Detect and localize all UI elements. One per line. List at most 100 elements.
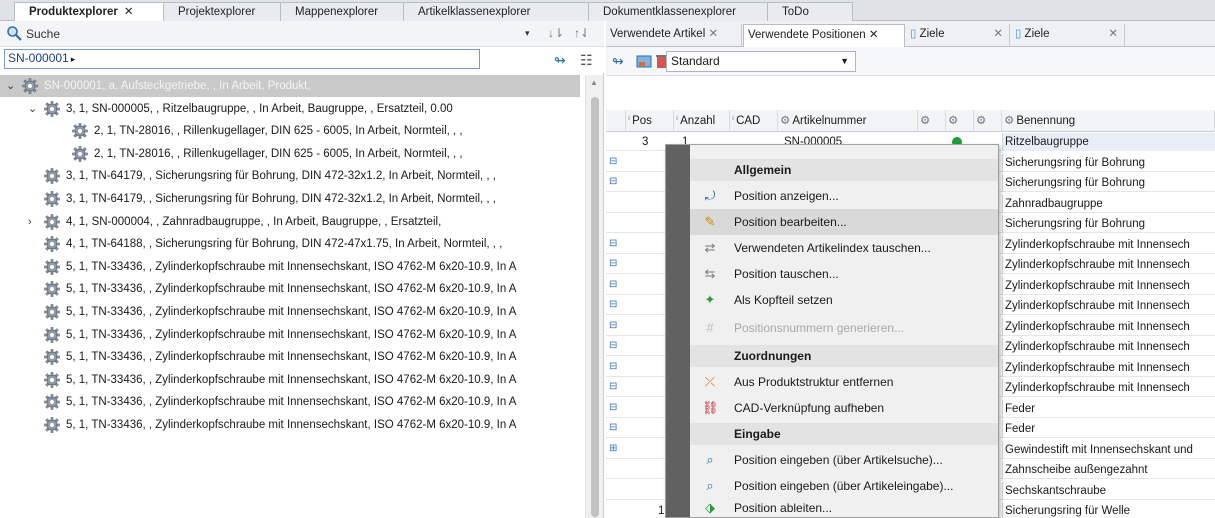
search-dropdown-icon[interactable]: ▾ xyxy=(525,28,530,39)
detail-tab-strip: Verwendete Artikel ✕ Verwendete Position… xyxy=(606,21,1215,48)
list-view-icon[interactable]: ☷ xyxy=(580,52,593,69)
menu-item-position-anzeigen[interactable]: ⤾ Position anzeigen... xyxy=(690,183,998,209)
swap-index-icon: ⇄ xyxy=(704,240,716,255)
collapse-row-icon[interactable]: ⊟ xyxy=(609,176,623,190)
tab-verwendete-positionen[interactable]: Verwendete Positionen ✕ xyxy=(743,24,905,48)
tree-node[interactable]: 2, 1, TN-28016, , Rillenkugellager, DIN … xyxy=(0,143,584,165)
search-icon[interactable] xyxy=(6,25,22,41)
column-anzahl[interactable]: ⁱ Anzahl xyxy=(674,110,730,132)
tree-node-label: 5, 1, TN-33436, , Zylinderkopfschraube m… xyxy=(66,373,517,386)
tree-node[interactable]: › 4, 1, SN-000004, , Zahnradbaugruppe, , … xyxy=(0,211,584,233)
sort-descending-icon[interactable]: ↑⇃ xyxy=(574,26,590,40)
tree-node[interactable]: 3, 1, TN-64179, , Sicherungsring für Boh… xyxy=(0,188,584,210)
section-label: Zuordnungen xyxy=(734,349,812,363)
close-icon[interactable]: ✕ xyxy=(124,6,134,18)
column-cad[interactable]: ⁱ CAD xyxy=(730,110,778,132)
tab-produktexplorer[interactable]: Produktexplorer ✕ xyxy=(14,2,164,22)
tree-node-label: 5, 1, TN-33436, , Zylinderkopfschraube m… xyxy=(66,419,517,431)
tree-scrollbar[interactable]: ▲ xyxy=(585,75,603,518)
tree-root-node[interactable]: ⌄ SN-000001, a, Aufsteckgetriebe, , In Ar… xyxy=(0,75,580,97)
column-marker[interactable] xyxy=(606,110,626,132)
column-header-label: CAD xyxy=(736,115,761,127)
close-icon[interactable]: ✕ xyxy=(993,24,1003,45)
collapse-row-icon[interactable]: ⊟ xyxy=(609,361,623,375)
derive-position-icon: ⬗ xyxy=(705,500,715,515)
column-icon-3[interactable]: ⚙ xyxy=(974,110,1002,132)
tab-label: Verwendete Artikel xyxy=(610,28,706,40)
tree-node-label: 5, 1, TN-33436, , Zylinderkopfschraube m… xyxy=(66,396,517,409)
scrollbar-thumb[interactable] xyxy=(591,97,599,517)
menu-item-position-bearbeiten[interactable]: ✎ Position bearbeiten... xyxy=(690,209,998,235)
tree-node[interactable]: 5, 1, TN-33436, , Zylinderkopfschraube m… xyxy=(0,414,584,436)
column-header-label: Anzahl xyxy=(680,115,716,127)
collapse-row-icon[interactable]: ⊟ xyxy=(609,402,623,416)
close-icon[interactable]: ✕ xyxy=(869,29,879,41)
collapse-row-icon[interactable]: ⊟ xyxy=(609,340,623,354)
tab-dokumentklassenexplorer[interactable]: Dokumentklassenexplorer xyxy=(588,2,768,21)
tree-node-label: 3, 1, SN-000005, , Ritzelbaugruppe, , In… xyxy=(66,102,453,115)
refresh-icon[interactable]: ↬ xyxy=(612,53,628,69)
tree-node[interactable]: 5, 1, TN-33436, , Zylinderkopfschraube m… xyxy=(0,369,584,391)
menu-item-eingeben-artikeleingabe[interactable]: ⌕ Position eingeben (über Artikeleingabe)… xyxy=(690,473,998,499)
collapse-row-icon[interactable]: ⊟ xyxy=(609,320,623,334)
refresh-icon[interactable]: ↬ xyxy=(554,52,566,69)
column-benennung[interactable]: ⚙ Benennung xyxy=(1002,110,1215,132)
scroll-up-icon[interactable]: ▲ xyxy=(590,78,598,87)
collapse-row-icon[interactable]: ⊟ xyxy=(609,238,623,252)
view-select[interactable]: Standard ▼ xyxy=(666,51,856,72)
menu-item-eingeben-artikelsuche[interactable]: ⌕ Position eingeben (über Artikelsuche)..… xyxy=(690,447,998,473)
menu-item-artikelindex-tauschen[interactable]: ⇄ Verwendeten Artikelindex tauschen... xyxy=(690,235,998,261)
tree-node[interactable]: 3, 1, TN-64179, , Sicherungsring für Boh… xyxy=(0,165,584,187)
tab-todo[interactable]: ToDo xyxy=(767,2,853,21)
tree-node[interactable]: 5, 1, TN-33436, , Zylinderkopfschraube m… xyxy=(0,278,584,300)
collapse-row-icon[interactable]: ⊟ xyxy=(609,422,623,436)
tree-node[interactable]: 5, 1, TN-33436, , Zylinderkopfschraube m… xyxy=(0,256,584,278)
tree-node[interactable]: 5, 1, TN-33436, , Zylinderkopfschraube m… xyxy=(0,301,584,323)
cell-benennung: Sicherungsring für Bohrung xyxy=(1002,174,1215,192)
sort-tag-icon: ⁱ xyxy=(676,115,679,127)
column-pos[interactable]: ⁱ Pos xyxy=(626,110,674,132)
collapse-row-icon[interactable]: ⊟ xyxy=(609,299,623,313)
menu-item-kopfteil-setzen[interactable]: ✦ Als Kopfteil setzen xyxy=(690,287,998,313)
tree-node[interactable]: 5, 1, TN-33436, , Zylinderkopfschraube m… xyxy=(0,346,584,368)
collapse-chevron-icon[interactable]: ⌄ xyxy=(28,98,40,120)
close-icon[interactable]: ✕ xyxy=(708,28,718,40)
tree-node[interactable]: 5, 1, TN-33436, , Zylinderkopfschraube m… xyxy=(0,324,584,346)
cell-benennung: Gewindestift mit Innensechskant und xyxy=(1002,440,1215,459)
gear-icon xyxy=(44,168,62,185)
menu-item-cad-verknuepfung-aufheben[interactable]: ⛓ CAD-Verknüpfung aufheben xyxy=(690,395,998,421)
menu-item-position-tauschen[interactable]: ⇆ Position tauschen... xyxy=(690,261,998,287)
tree-node[interactable]: 2, 1, TN-28016, , Rillenkugellager, DIN … xyxy=(0,120,584,142)
tab-label: Ziele xyxy=(1024,28,1050,40)
expand-chevron-icon[interactable]: › xyxy=(28,211,40,233)
tree-node[interactable]: 5, 1, TN-33436, , Zylinderkopfschraube m… xyxy=(0,391,584,413)
column-artikelnummer[interactable]: ⚙ Artikelnummer xyxy=(778,110,918,132)
tree-node-label: 2, 1, TN-28016, , Rillenkugellager, DIN … xyxy=(94,125,463,138)
tab-projektexplorer[interactable]: Projektexplorer xyxy=(163,2,281,21)
expand-row-icon[interactable]: ⊞ xyxy=(609,443,623,457)
collapse-row-icon[interactable]: ⊟ xyxy=(609,381,623,395)
image-export-icon[interactable] xyxy=(636,53,652,69)
collapse-row-icon[interactable]: ⊟ xyxy=(609,279,623,293)
collapse-row-icon[interactable]: ⊟ xyxy=(609,258,623,272)
tree-node[interactable]: ⌄ 3, 1, SN-000005, , Ritzelbaugruppe, , I… xyxy=(0,98,584,120)
collapse-chevron-icon[interactable]: ⌄ xyxy=(6,75,18,97)
menu-item-positionsnummern-generieren[interactable]: # Positionsnummern generieren... xyxy=(690,315,998,341)
tree-node[interactable]: 4, 1, TN-64188, , Sicherungsring für Boh… xyxy=(0,233,584,255)
search-input[interactable]: SN-000001 ▸ xyxy=(4,49,480,69)
menu-item-position-ableiten[interactable]: ⬗ Position ableiten... xyxy=(690,499,998,517)
tab-mappenexplorer[interactable]: Mappenexplorer xyxy=(280,2,404,21)
column-icon-2[interactable]: ⚙ xyxy=(946,110,974,132)
tab-verwendete-artikel[interactable]: Verwendete Artikel ✕ xyxy=(606,24,742,47)
collapse-row-icon[interactable]: ⊟ xyxy=(609,156,623,170)
column-icon-1[interactable]: ⚙ xyxy=(918,110,946,132)
close-icon[interactable]: ✕ xyxy=(1108,24,1118,45)
document-icon: ▯ xyxy=(1015,28,1022,40)
tab-artikelklassenexplorer[interactable]: Artikelklassenexplorer xyxy=(403,2,589,21)
menu-item-label: CAD-Verknüpfung aufheben xyxy=(734,401,885,415)
tab-ziele-1[interactable]: ▯ Ziele ✕ xyxy=(906,24,1010,47)
tab-ziele-2[interactable]: ▯ Ziele ✕ xyxy=(1011,24,1125,47)
cell-benennung: Zylinderkopfschraube mit Innensech xyxy=(1002,317,1215,336)
sort-ascending-icon[interactable]: ↓⇂ xyxy=(548,26,564,40)
menu-item-aus-struktur-entfernen[interactable]: ⤫ Aus Produktstruktur entfernen xyxy=(690,369,998,395)
